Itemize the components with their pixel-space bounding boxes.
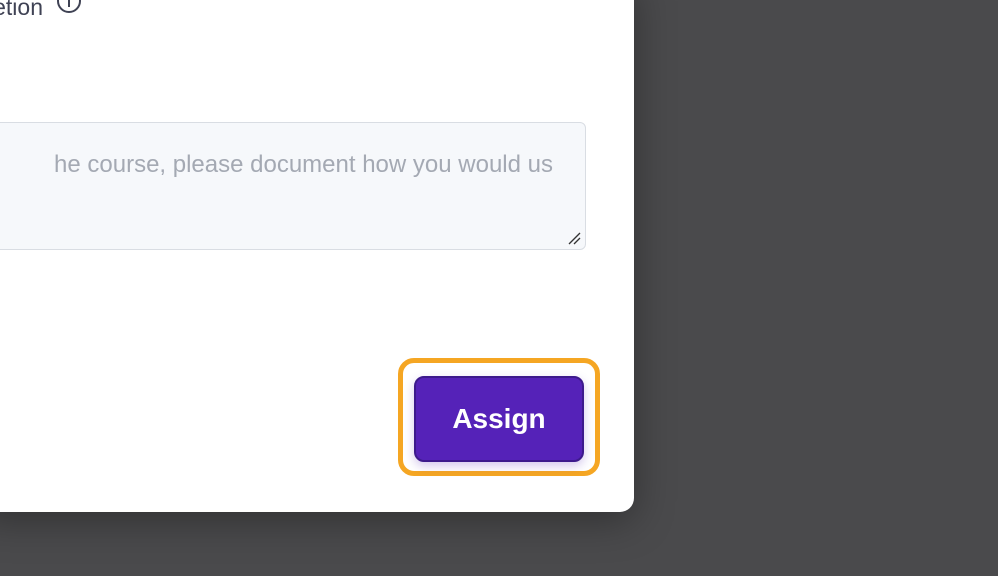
- info-icon[interactable]: [56, 0, 81, 13]
- resize-handle-icon[interactable]: [567, 231, 581, 245]
- field-label-row: letion: [0, 0, 81, 19]
- field-label: letion: [0, 0, 43, 20]
- assign-button[interactable]: Assign: [414, 376, 584, 462]
- textarea-placeholder: he course, please document how you would…: [54, 151, 553, 178]
- notes-textarea[interactable]: he course, please document how you would…: [0, 122, 586, 250]
- assign-modal: letion he course, please document how yo…: [0, 0, 634, 512]
